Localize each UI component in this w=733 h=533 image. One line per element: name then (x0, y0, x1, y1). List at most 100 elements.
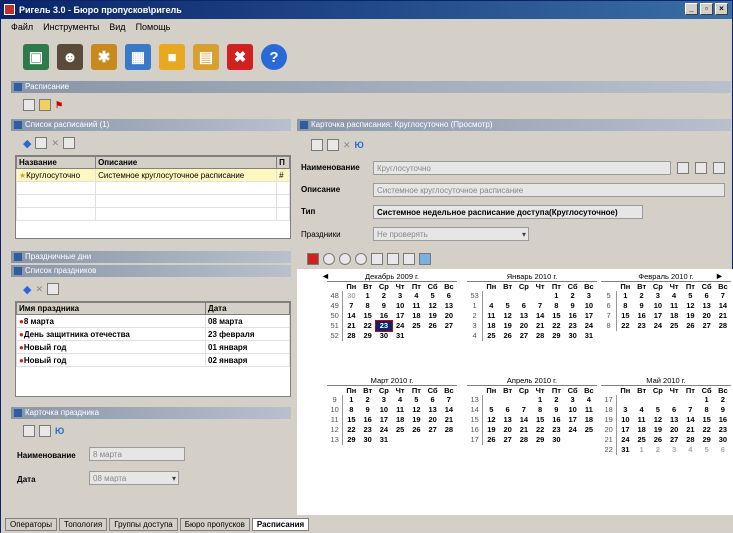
grid-icon[interactable] (371, 253, 383, 265)
calendar-day[interactable]: 6 (441, 291, 457, 301)
col-p[interactable]: П (276, 156, 290, 169)
calendar-day[interactable] (532, 291, 548, 301)
calendar-day[interactable]: 5 (425, 291, 441, 301)
calendar-day[interactable]: 7 (516, 405, 532, 415)
calendar-day[interactable]: 13 (425, 405, 441, 415)
calendar-day[interactable]: 23 (565, 321, 581, 331)
calendar-day[interactable]: 30 (715, 435, 731, 445)
calendar-day[interactable]: 22 (617, 321, 633, 331)
calendar-day[interactable]: 23 (360, 425, 376, 435)
calendar-day[interactable]: 7 (715, 291, 731, 301)
calendar-day[interactable]: 28 (682, 435, 698, 445)
calendar-day[interactable]: 18 (392, 415, 408, 425)
calendar-day[interactable]: 21 (715, 311, 731, 321)
minimize-button[interactable]: _ (685, 3, 698, 15)
calendar-day[interactable] (408, 435, 424, 445)
calendar-day[interactable]: 22 (532, 425, 548, 435)
table-row[interactable]: ●День защитника отечества 23 февраля (15, 327, 290, 341)
calendar-day[interactable]: 12 (500, 311, 516, 321)
menu-file[interactable]: Файл (11, 22, 33, 32)
calendar-day[interactable]: 29 (360, 331, 376, 341)
calendar-day[interactable]: 5 (408, 395, 424, 405)
holiday-date-field[interactable]: 08 марта ▾ (89, 471, 179, 485)
calendar-day[interactable] (581, 435, 597, 445)
calendar-day[interactable]: 23 (548, 425, 564, 435)
calendar-day[interactable] (392, 435, 408, 445)
help-icon[interactable]: ? (261, 44, 287, 70)
calendar-day[interactable]: 16 (376, 311, 392, 321)
schedule-type-field[interactable]: Системное недельное расписание доступа(К… (373, 205, 643, 219)
calendar-day[interactable]: 29 (699, 435, 715, 445)
calendar-day[interactable]: 22 (343, 425, 359, 435)
calendar-day[interactable]: 27 (441, 321, 457, 331)
settings-icon[interactable] (695, 162, 707, 174)
calendar-day[interactable] (441, 331, 457, 341)
calendar-day[interactable]: 12 (408, 405, 424, 415)
task-schedules[interactable]: Расписания (251, 517, 310, 531)
calendar-day[interactable]: 9 (715, 405, 731, 415)
calendar-day[interactable]: 20 (500, 425, 516, 435)
calendar-day[interactable]: 28 (343, 331, 359, 341)
calendar-day[interactable]: 25 (581, 425, 597, 435)
calendar-day[interactable]: 28 (516, 435, 532, 445)
calendar-day[interactable]: 4 (634, 405, 650, 415)
menu-view[interactable]: Вид (109, 22, 125, 32)
holidays-mode-select[interactable]: Не проверять ▾ (373, 227, 529, 241)
calendar-day[interactable]: 15 (343, 415, 359, 425)
calendar-day[interactable]: 9 (376, 301, 392, 311)
calendar-day[interactable]: 25 (483, 331, 499, 341)
flag-icon[interactable]: ⚑ (55, 100, 63, 111)
calendar-day[interactable]: 5 (699, 445, 715, 455)
calendar-day[interactable] (500, 395, 516, 405)
calendar-day[interactable]: 3 (650, 291, 666, 301)
calendar-day[interactable]: 2 (650, 445, 666, 455)
schedule-name-field[interactable]: Круглосуточно (373, 161, 671, 175)
calendar-day[interactable]: 18 (581, 415, 597, 425)
calendar-day[interactable]: 2 (565, 291, 581, 301)
calendar-day[interactable]: 28 (441, 425, 457, 435)
calendar-day[interactable]: 13 (666, 415, 682, 425)
calendar-day[interactable]: 8 (343, 405, 359, 415)
delete-icon[interactable]: ✕ (51, 138, 59, 149)
users-icon[interactable]: ▣ (23, 44, 49, 70)
calendar-day[interactable]: 7 (532, 301, 548, 311)
calendar-day[interactable]: 12 (650, 415, 666, 425)
calendar-day[interactable]: 14 (343, 311, 359, 321)
lock-icon[interactable]: ■ (159, 44, 185, 70)
calendar-day[interactable]: 30 (343, 291, 359, 301)
calendar-day[interactable]: 31 (392, 331, 408, 341)
schedule-desc-field[interactable]: Системное круглосуточное расписание (373, 183, 725, 197)
calendar-day[interactable]: 15 (532, 415, 548, 425)
calendar-day[interactable]: 3 (581, 291, 597, 301)
calendar-day[interactable]: 29 (343, 435, 359, 445)
calendar-day[interactable]: 4 (581, 395, 597, 405)
calendar-day[interactable]: 16 (715, 415, 731, 425)
calendar-day[interactable]: 21 (682, 425, 698, 435)
calendar-day[interactable] (441, 435, 457, 445)
card-icon[interactable]: ▤ (193, 44, 219, 70)
calendar-day[interactable]: 8 (548, 301, 564, 311)
table-row[interactable]: ★Круглосуточно Системное круглосуточное … (15, 168, 290, 182)
calendar-day[interactable]: 8 (617, 301, 633, 311)
save-icon[interactable] (23, 425, 35, 437)
calendar-day[interactable]: 28 (715, 321, 731, 331)
calendar-day[interactable]: 26 (682, 321, 698, 331)
lookup-icon[interactable] (677, 162, 689, 174)
calendar-day[interactable]: 16 (565, 311, 581, 321)
circle-icon[interactable] (355, 253, 367, 265)
add-icon[interactable]: ◆ (23, 283, 31, 296)
task-operators[interactable]: Операторы (5, 517, 57, 531)
calendar-day[interactable]: 20 (666, 425, 682, 435)
calendar-day[interactable]: 5 (682, 291, 698, 301)
calendar-day[interactable]: 20 (699, 311, 715, 321)
table-row[interactable]: ●Новый год 01 января (15, 340, 290, 354)
col-name[interactable]: Название (15, 156, 97, 169)
calendar-day[interactable]: 19 (682, 311, 698, 321)
calendar-day[interactable]: 21 (516, 425, 532, 435)
calendar-day[interactable]: 10 (617, 415, 633, 425)
table-row[interactable]: ●8 марта 08 марта (15, 314, 290, 328)
calendar-day[interactable] (516, 395, 532, 405)
calendar-day[interactable]: 15 (617, 311, 633, 321)
view-icon[interactable] (47, 283, 60, 295)
calendar-day[interactable]: 3 (666, 445, 682, 455)
